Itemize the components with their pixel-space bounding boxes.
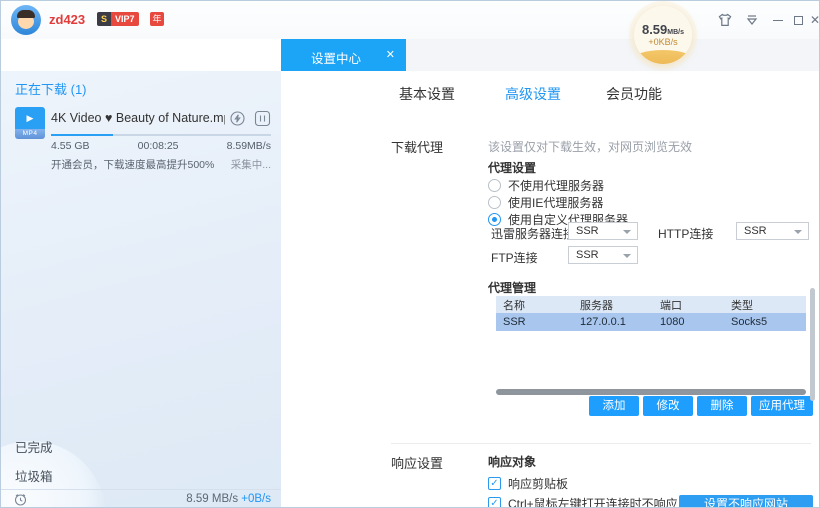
sidebar-item-trash[interactable]: 垃圾箱 (15, 466, 53, 485)
statusbar-speed: 8.59 MB/s (186, 493, 242, 505)
table-row-selected[interactable]: SSR 127.0.0.1 1080 Socks5 (496, 313, 806, 331)
task-filename[interactable]: 4K Video ♥ Beauty of Nature.mp4 (51, 111, 225, 125)
skin-icon[interactable] (717, 12, 733, 28)
radio-icon[interactable] (488, 196, 501, 209)
section-title-download-proxy: 下载代理 (391, 140, 444, 155)
add-proxy-button[interactable]: 添加 (589, 396, 639, 416)
settings-panel: 基本设置 高级设置 会员功能 下载代理 该设置仅对下载生效，对网页浏览无效 代理… (281, 71, 819, 507)
cell-name: SSR (503, 316, 526, 328)
file-type-label: MP4 (15, 129, 45, 139)
proxy-note: 该设置仅对下载生效，对网页浏览无效 (488, 140, 693, 154)
tab-basic-settings[interactable]: 基本设置 (399, 84, 455, 104)
cell-server: 127.0.0.1 (580, 316, 626, 328)
toolbar: VIP 我的电脑 (1, 39, 281, 107)
maximize-button[interactable] (790, 12, 806, 28)
label-http-connection: HTTP连接 (658, 227, 714, 241)
vip-level-label: VIP7 (111, 12, 139, 26)
col-server: 服务器 (580, 299, 613, 312)
horizontal-scrollbar[interactable] (496, 389, 806, 395)
delete-proxy-button[interactable]: 删除 (697, 396, 747, 416)
col-type: 类型 (731, 299, 753, 312)
radio-ie-proxy[interactable]: 使用IE代理服务器 (488, 194, 603, 211)
progress-fill (51, 134, 113, 136)
svip-icon: S (97, 12, 112, 26)
downloading-header[interactable]: 正在下载 (1) (15, 79, 87, 98)
cell-type: Socks5 (731, 316, 768, 328)
select-http-connection[interactable]: SSR (736, 222, 809, 240)
tab-close-icon[interactable]: ✕ (386, 48, 395, 61)
checkbox-ctrl-click[interactable]: ✓ Ctrl+鼠标左键打开连接时不响应 i (488, 495, 696, 507)
proxy-table: 名称 服务器 端口 类型 SSR 127.0.0.1 1080 Socks5 (496, 296, 806, 331)
tab-advanced-settings[interactable]: 高级设置 (505, 84, 561, 104)
task-stats-row: 4.55 GB 00:08:25 8.59MB/s (51, 140, 271, 152)
speed-gauge[interactable]: 8.59MB/s +0KB/s (634, 6, 692, 64)
select-arrow-icon (623, 254, 631, 258)
select-arrow-icon (794, 230, 802, 234)
mp4-file-icon: ▶ MP4 (15, 107, 45, 139)
main-menu-icon[interactable] (744, 12, 760, 28)
task-size: 4.55 GB (51, 140, 90, 152)
titlebar: zd423 S VIP7 年 8.59MB/s +0KB/s ✕ (1, 1, 819, 64)
table-header-row: 名称 服务器 端口 类型 (496, 296, 806, 313)
task-time: 00:08:25 (137, 140, 179, 152)
statusbar-delta: +0B/s (241, 493, 271, 505)
apply-proxy-button[interactable]: 应用代理 (751, 396, 813, 416)
label-ftp-connection: FTP连接 (491, 251, 538, 265)
task-promo-row: 开通会员，下载速度最高提升500% 采集中... (51, 157, 271, 172)
avatar-hair (17, 10, 35, 18)
select-thunder-connection[interactable]: SSR (568, 222, 638, 240)
proxy-group-title: 代理设置 (488, 161, 537, 175)
schedule-clock-icon[interactable] (13, 492, 28, 507)
gauge-unit: MB/s (667, 29, 685, 36)
progress-bar (51, 134, 271, 136)
radio-icon[interactable] (488, 179, 501, 192)
close-button[interactable]: ✕ (807, 12, 819, 28)
task-speed: 8.59MB/s (226, 140, 271, 152)
vip-badge[interactable]: S VIP7 (97, 12, 139, 26)
app-window: zd423 S VIP7 年 8.59MB/s +0KB/s ✕ 设置中心 ✕ … (0, 0, 820, 508)
radio-no-proxy[interactable]: 不使用代理服务器 (488, 177, 604, 194)
label-thunder-connection: 迅雷服务器连接 (491, 227, 576, 241)
cell-port: 1080 (660, 316, 685, 328)
year-badge-icon[interactable]: 年 (150, 12, 164, 26)
gauge-delta: +0KB/s (648, 37, 678, 47)
pause-task-icon[interactable] (254, 110, 271, 127)
tab-settings-label: 设置中心 (311, 52, 362, 66)
tab-settings-center[interactable]: 设置中心 ✕ (281, 39, 406, 71)
response-group-title: 响应对象 (488, 455, 537, 469)
checkbox-clipboard[interactable]: ✓ 响应剪贴板 (488, 475, 568, 492)
checkbox-checked-icon[interactable]: ✓ (488, 497, 501, 507)
sidebar-item-completed[interactable]: 已完成 (15, 437, 53, 456)
col-name: 名称 (503, 299, 525, 312)
sidebar-statusbar: 8.59 MB/s +0B/s (1, 489, 281, 507)
vertical-scrollbar[interactable] (810, 288, 815, 401)
gauge-speed: 8.59 (641, 22, 668, 37)
minimize-button[interactable] (770, 12, 786, 28)
tab-bar: 设置中心 ✕ (281, 39, 819, 71)
sidebar: 正在下载 (1) ▶ MP4 4K Video ♥ Beauty of Natu… (1, 71, 281, 507)
section-divider (391, 443, 811, 444)
checkbox-checked-icon[interactable]: ✓ (488, 477, 501, 490)
section-title-response: 响应设置 (391, 456, 444, 471)
member-promo[interactable]: 开通会员，下载速度最高提升500% (51, 157, 214, 172)
select-ftp-connection[interactable]: SSR (568, 246, 638, 264)
modify-proxy-button[interactable]: 修改 (643, 396, 693, 416)
avatar[interactable] (11, 5, 41, 35)
tab-member-features[interactable]: 会员功能 (606, 84, 662, 104)
select-arrow-icon (623, 230, 631, 234)
task-status: 采集中... (230, 159, 271, 171)
boost-icon[interactable] (229, 110, 246, 127)
set-no-response-sites-button[interactable]: 设置不响应网站 (679, 495, 813, 507)
col-port: 端口 (660, 299, 682, 312)
proxy-manage-title: 代理管理 (488, 281, 537, 295)
gauge-fill (634, 50, 692, 64)
username[interactable]: zd423 (49, 12, 85, 27)
play-icon: ▶ (15, 107, 45, 129)
